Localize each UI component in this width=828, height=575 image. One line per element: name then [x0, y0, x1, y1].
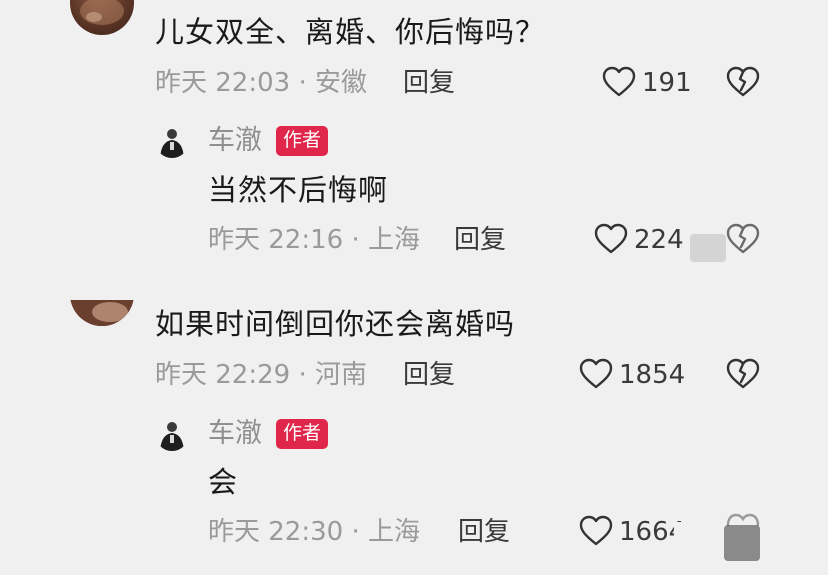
heart-outline-icon[interactable]	[602, 66, 636, 98]
user-avatar[interactable]	[70, 0, 134, 35]
reply-button[interactable]: 回复	[454, 227, 506, 253]
heart-outline-icon[interactable]	[579, 515, 613, 547]
heart-outline-icon[interactable]	[579, 358, 613, 390]
broken-heart-icon[interactable]	[726, 513, 760, 527]
blur-overlay	[690, 234, 726, 262]
reply-button[interactable]: 回复	[458, 519, 510, 545]
heart-outline-icon[interactable]	[594, 223, 628, 255]
author-badge: 作者	[276, 126, 329, 156]
author-name[interactable]: 车澈	[208, 420, 262, 447]
reply-text: 会	[208, 465, 239, 499]
blur-overlay	[724, 525, 760, 561]
author-badge: 作者	[276, 419, 329, 449]
like-count: 191	[642, 68, 692, 98]
broken-heart-icon[interactable]	[726, 66, 760, 98]
reply-meta: 昨天 22:30 · 上海	[208, 517, 420, 547]
reply-text: 当然不后悔啊	[208, 173, 389, 207]
author-name[interactable]: 车澈	[208, 127, 262, 154]
user-avatar[interactable]	[70, 300, 134, 326]
author-avatar[interactable]	[155, 417, 189, 451]
comment-text: 儿女双全、离婚、你后悔吗？	[155, 15, 546, 49]
comment-meta: 昨天 22:29 · 河南	[155, 360, 367, 390]
blur-overlay	[674, 522, 694, 546]
author-avatar[interactable]	[155, 124, 189, 158]
like-count: 1854	[619, 360, 686, 390]
broken-heart-icon[interactable]	[726, 358, 760, 390]
like-count: 224	[634, 225, 684, 255]
reply-button[interactable]: 回复	[403, 362, 455, 388]
comment-meta: 昨天 22:03 · 安徽	[155, 68, 367, 98]
broken-heart-icon[interactable]	[726, 223, 760, 255]
comment-text: 如果时间倒回你还会离婚吗	[155, 307, 516, 341]
reply-meta: 昨天 22:16 · 上海	[208, 225, 420, 255]
reply-button[interactable]: 回复	[403, 70, 455, 96]
